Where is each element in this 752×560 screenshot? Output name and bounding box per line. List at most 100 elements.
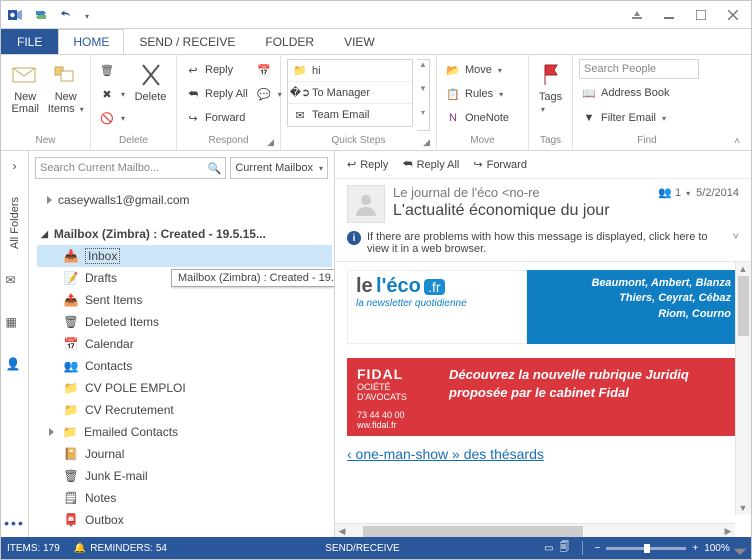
undo-icon[interactable] [57, 5, 77, 25]
qat-customize-dropdown[interactable] [83, 8, 89, 22]
zoom-in-button[interactable]: + [692, 543, 698, 554]
reply-button[interactable]: ↩Reply [183, 59, 250, 81]
view-reading-icon[interactable]: 🗐 [560, 540, 570, 557]
group-label-move: Move [470, 134, 494, 148]
folder-calendar[interactable]: 📅Calendar [37, 333, 332, 355]
send-receive-icon[interactable] [31, 5, 51, 25]
rail-people-icon[interactable]: 👤 [6, 357, 24, 375]
msg-reply-button[interactable]: ↩Reply [347, 158, 388, 171]
tab-file[interactable]: FILE [1, 29, 58, 54]
tags-button[interactable]: Tags [535, 59, 566, 115]
folder-contacts[interactable]: 👥Contacts [37, 355, 332, 377]
close-button[interactable] [719, 5, 747, 25]
folder-cv-recrutement[interactable]: 📁CV Recrutement [37, 399, 332, 421]
folder-journal[interactable]: 📔Journal [37, 443, 332, 465]
ribbon-group-quicksteps: 📁hi �➲To Manager ✉Team Email ▲ ▼ ▾ Quick… [281, 55, 437, 150]
tab-view[interactable]: VIEW [329, 29, 390, 54]
expand-icon [49, 428, 54, 436]
quickstep-to-manager[interactable]: �➲To Manager [288, 82, 412, 104]
ignore-icon: 🗑 [99, 62, 115, 78]
journal-icon: 📔 [63, 446, 79, 462]
resize-grip[interactable]: ◢ [732, 540, 748, 556]
collapse-ribbon-button[interactable]: ˄ [729, 134, 745, 148]
notes-icon: 🗒 [63, 490, 79, 506]
delete-button[interactable]: Delete [131, 59, 170, 103]
cleanup-icon: ✖ [99, 86, 115, 102]
account-zimbra[interactable]: ◢ Mailbox (Zimbra) : Created - 19.5.15..… [37, 223, 332, 245]
onenote-button[interactable]: NOneNote [443, 107, 511, 129]
rail-calendar-icon[interactable]: ▦ [6, 315, 24, 333]
contacts-icon: 👥 [63, 358, 79, 374]
folder-notes[interactable]: 🗒Notes [37, 487, 332, 509]
new-items-button[interactable]: New Items [48, 59, 85, 115]
maximize-button[interactable] [687, 5, 715, 25]
reply-all-button[interactable]: ⮪Reply All [183, 83, 250, 105]
ribbon-group-new: New Email New Items New [1, 55, 91, 150]
cleanup-button[interactable]: ✖ [97, 83, 127, 105]
folder-junk[interactable]: 🗑Junk E-mail [37, 465, 332, 487]
view-normal-icon[interactable]: ▭ [544, 543, 553, 554]
zoom-slider[interactable] [606, 547, 686, 550]
move-button[interactable]: 📂Move [443, 59, 511, 81]
rail-all-folders[interactable]: All Folders [9, 197, 21, 249]
search-scope-dropdown[interactable]: Current Mailbox [230, 157, 328, 179]
account-gmail[interactable]: caseywalls1@gmail.com [37, 189, 332, 211]
new-email-button[interactable]: New Email [7, 59, 44, 115]
more-respond-button[interactable]: 💬 [254, 83, 284, 105]
filter-email-button[interactable]: ▼Filter Email [579, 107, 699, 129]
quickstep-team-email[interactable]: ✉Team Email [288, 104, 412, 126]
quicksteps-down[interactable]: ▼ [417, 84, 429, 106]
vertical-scrollbar[interactable]: ▲ ▼ [735, 262, 751, 515]
flag-icon [537, 61, 565, 89]
zoom-level[interactable]: 100% [704, 543, 730, 554]
article-link[interactable]: ‹ one-man-show » des thésards [347, 446, 739, 462]
msg-forward-button[interactable]: ↪Forward [473, 158, 527, 171]
tab-folder[interactable]: FOLDER [250, 29, 329, 54]
quicksteps-more[interactable]: ▾ [417, 108, 429, 130]
folder-sent[interactable]: 📤Sent Items [37, 289, 332, 311]
minimize-button[interactable] [655, 5, 683, 25]
rail-more-button[interactable]: ••• [4, 515, 25, 531]
rules-button[interactable]: 📋Rules [443, 83, 511, 105]
tab-send-receive[interactable]: SEND / RECEIVE [124, 29, 250, 54]
folder-deleted[interactable]: 🗑Deleted Items [37, 311, 332, 333]
hscroll-thumb[interactable] [363, 526, 583, 537]
msg-reply-all-button[interactable]: ⮪Reply All [402, 158, 459, 171]
folder-tooltip: Mailbox (Zimbra) : Created - 19.5.15 13.… [171, 269, 334, 287]
group-label-quicksteps: Quick Steps [332, 134, 386, 148]
scroll-down-button[interactable]: ▼ [736, 501, 750, 515]
quicksteps-gallery[interactable]: 📁hi �➲To Manager ✉Team Email [287, 59, 413, 127]
folder-cv-pole[interactable]: 📁CV POLE EMPLOI [37, 377, 332, 399]
quicksteps-up[interactable]: ▲ [417, 60, 429, 82]
people-icon[interactable]: 👥 1 [658, 186, 690, 199]
meeting-button[interactable]: 📅 [254, 59, 284, 81]
infobar-dropdown[interactable]: ˅ [733, 231, 739, 243]
search-people-input[interactable]: Search People [579, 59, 699, 79]
fidal-banner: FIDAL OCIÉTÉ D'AVOCATS 73 44 40 00 ww.fi… [347, 358, 739, 436]
tab-home[interactable]: HOME [58, 29, 124, 54]
rail-mail-icon[interactable]: ✉ [6, 273, 24, 291]
quickstep-hi[interactable]: 📁hi [288, 60, 412, 82]
ignore-button[interactable]: 🗑 [97, 59, 127, 81]
collapse-icon: ◢ [41, 229, 48, 240]
sent-icon: 📤 [63, 292, 79, 308]
title-bar [1, 1, 751, 29]
expand-folders-button[interactable]: › [13, 159, 17, 173]
scroll-thumb[interactable] [738, 276, 749, 336]
quick-access-toolbar [5, 5, 89, 25]
junk-button[interactable]: 🚫 [97, 107, 127, 129]
ribbon-help-icon[interactable] [623, 5, 651, 25]
zoom-out-button[interactable]: − [595, 543, 601, 554]
search-mailbox-input[interactable]: Search Current Mailbo... 🔍 [35, 157, 226, 179]
sender-avatar [347, 185, 385, 223]
folder-emailed-contacts[interactable]: 📁Emailed Contacts [37, 421, 332, 443]
status-reminders[interactable]: 🔔REMINDERS: 54 [74, 543, 167, 554]
delete-label: Delete [135, 91, 167, 103]
folder-outbox[interactable]: 📮Outbox [37, 509, 332, 531]
ribbon-tabs: FILE HOME SEND / RECEIVE FOLDER VIEW [1, 29, 751, 55]
scroll-up-button[interactable]: ▲ [736, 262, 750, 276]
forward-button[interactable]: ↪Forward [183, 107, 250, 129]
folder-inbox[interactable]: 📥Inbox [37, 245, 332, 267]
address-book-button[interactable]: 📖Address Book [579, 82, 699, 104]
infobar[interactable]: i If there are problems with how this me… [335, 227, 751, 262]
